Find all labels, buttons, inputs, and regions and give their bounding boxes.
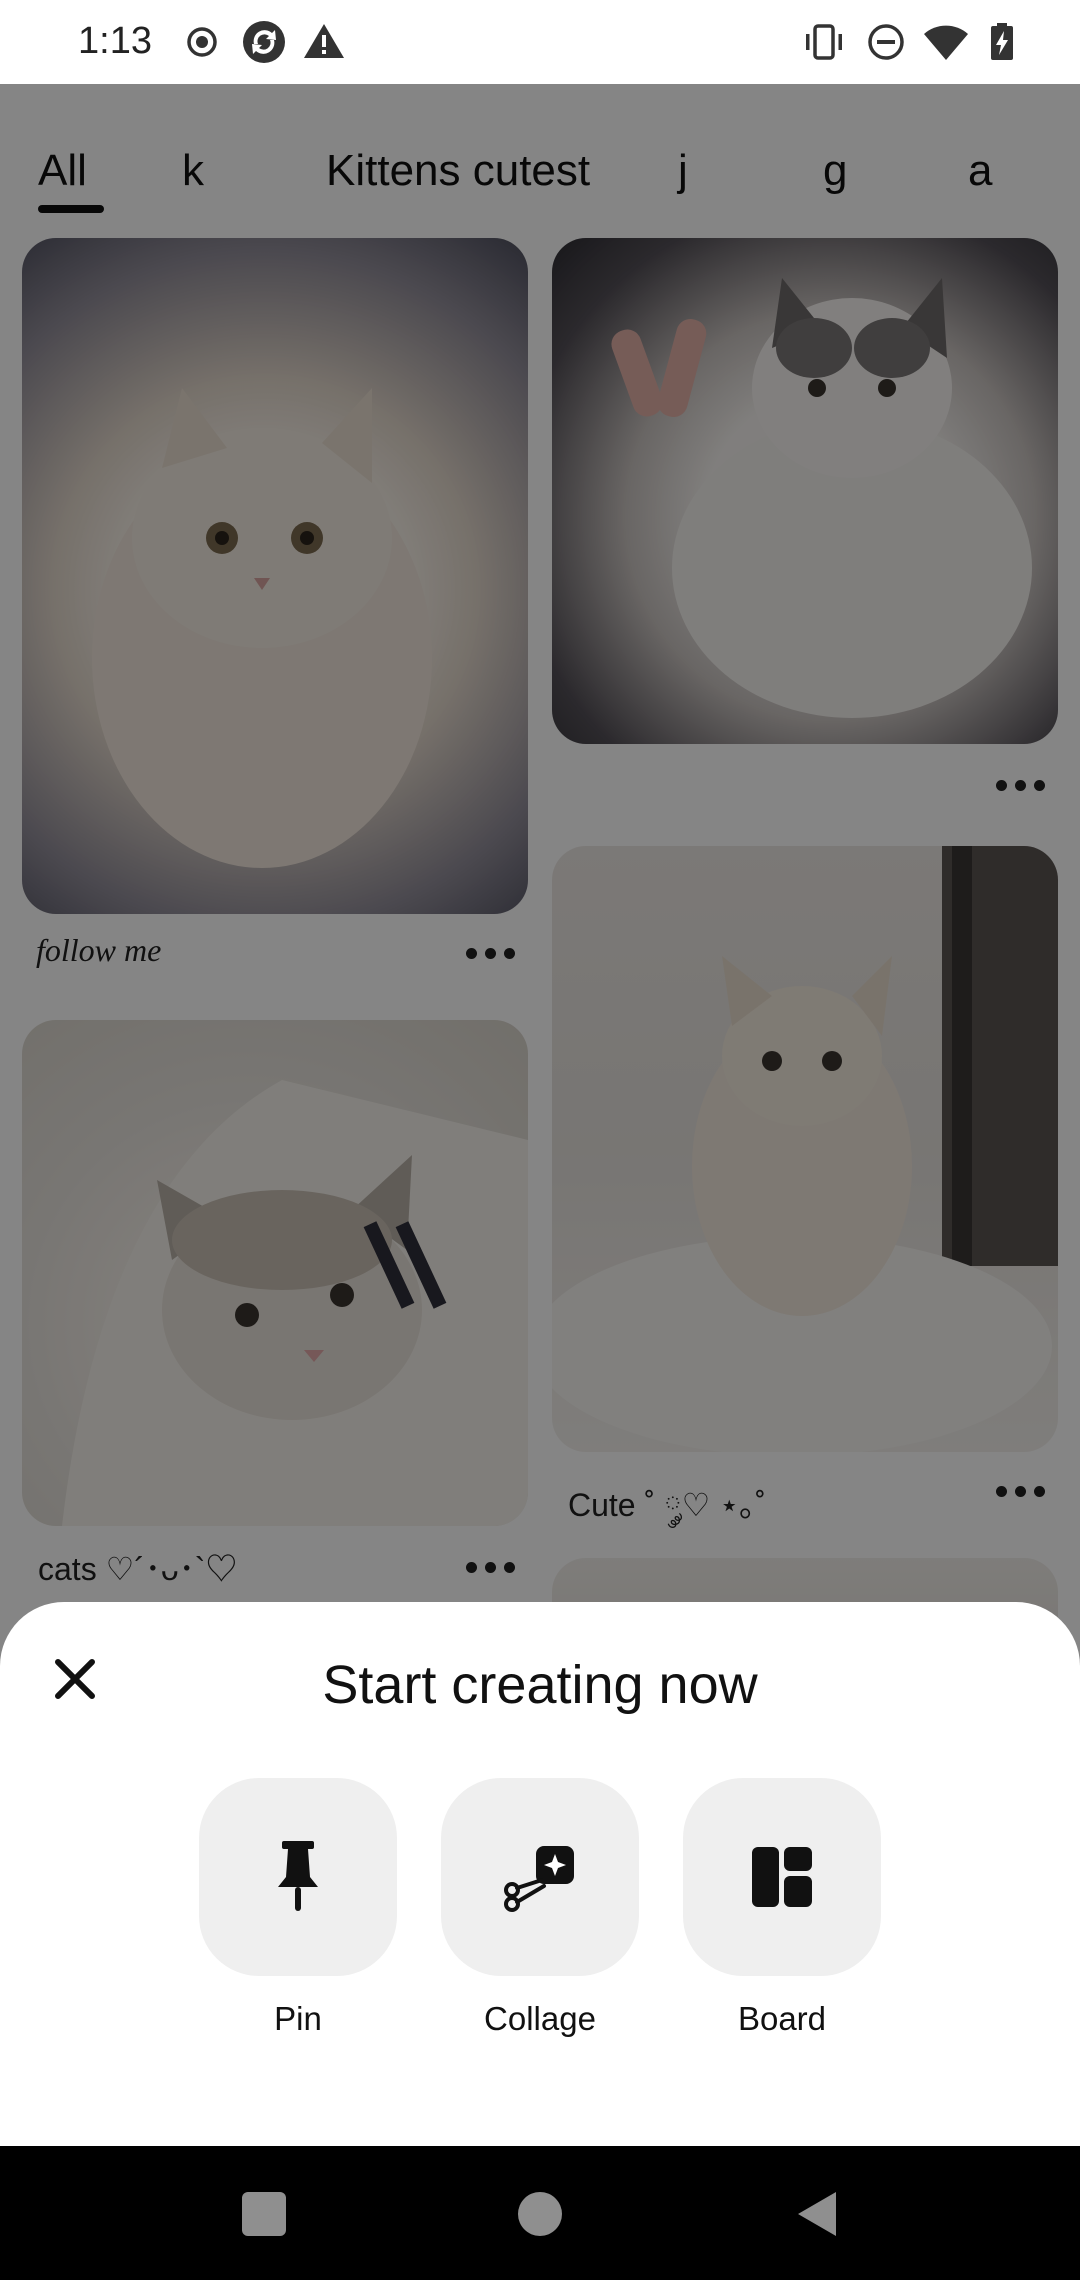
status-time: 1:13	[78, 20, 152, 62]
create-board-option: Board	[682, 1778, 882, 2038]
create-pin-label: Pin	[274, 2000, 322, 2037]
create-board-label: Board	[737, 2000, 827, 2037]
board-layout-icon	[752, 1847, 812, 1907]
wifi-icon	[924, 25, 968, 61]
scissors-collage-icon	[504, 1846, 574, 1912]
pushpin-icon	[278, 1841, 318, 1911]
sync-app-icon	[243, 21, 285, 63]
create-collage-option: Collage	[440, 1778, 640, 2038]
status-bar: 1:13	[0, 0, 1080, 84]
create-collage-button[interactable]	[441, 1778, 639, 1976]
home-circle-icon[interactable]	[512, 2186, 568, 2242]
create-pin-button[interactable]	[199, 1778, 397, 1976]
do-not-disturb-icon	[868, 24, 904, 60]
battery-charging-icon	[991, 23, 1013, 60]
create-board-button[interactable]	[683, 1778, 881, 1976]
create-bottom-sheet: Start creating now Pin Collage Board	[0, 1602, 1080, 2146]
record-icon	[187, 27, 217, 57]
recents-square-icon[interactable]	[236, 2186, 292, 2242]
warning-icon	[304, 24, 344, 58]
system-nav-bar	[0, 2146, 1080, 2280]
create-collage-label: Collage	[484, 2000, 596, 2037]
sheet-title: Start creating now	[322, 1655, 758, 1715]
back-triangle-icon[interactable]	[790, 2186, 846, 2242]
vibrate-icon	[806, 24, 842, 60]
create-pin-option: Pin	[198, 1778, 398, 2038]
